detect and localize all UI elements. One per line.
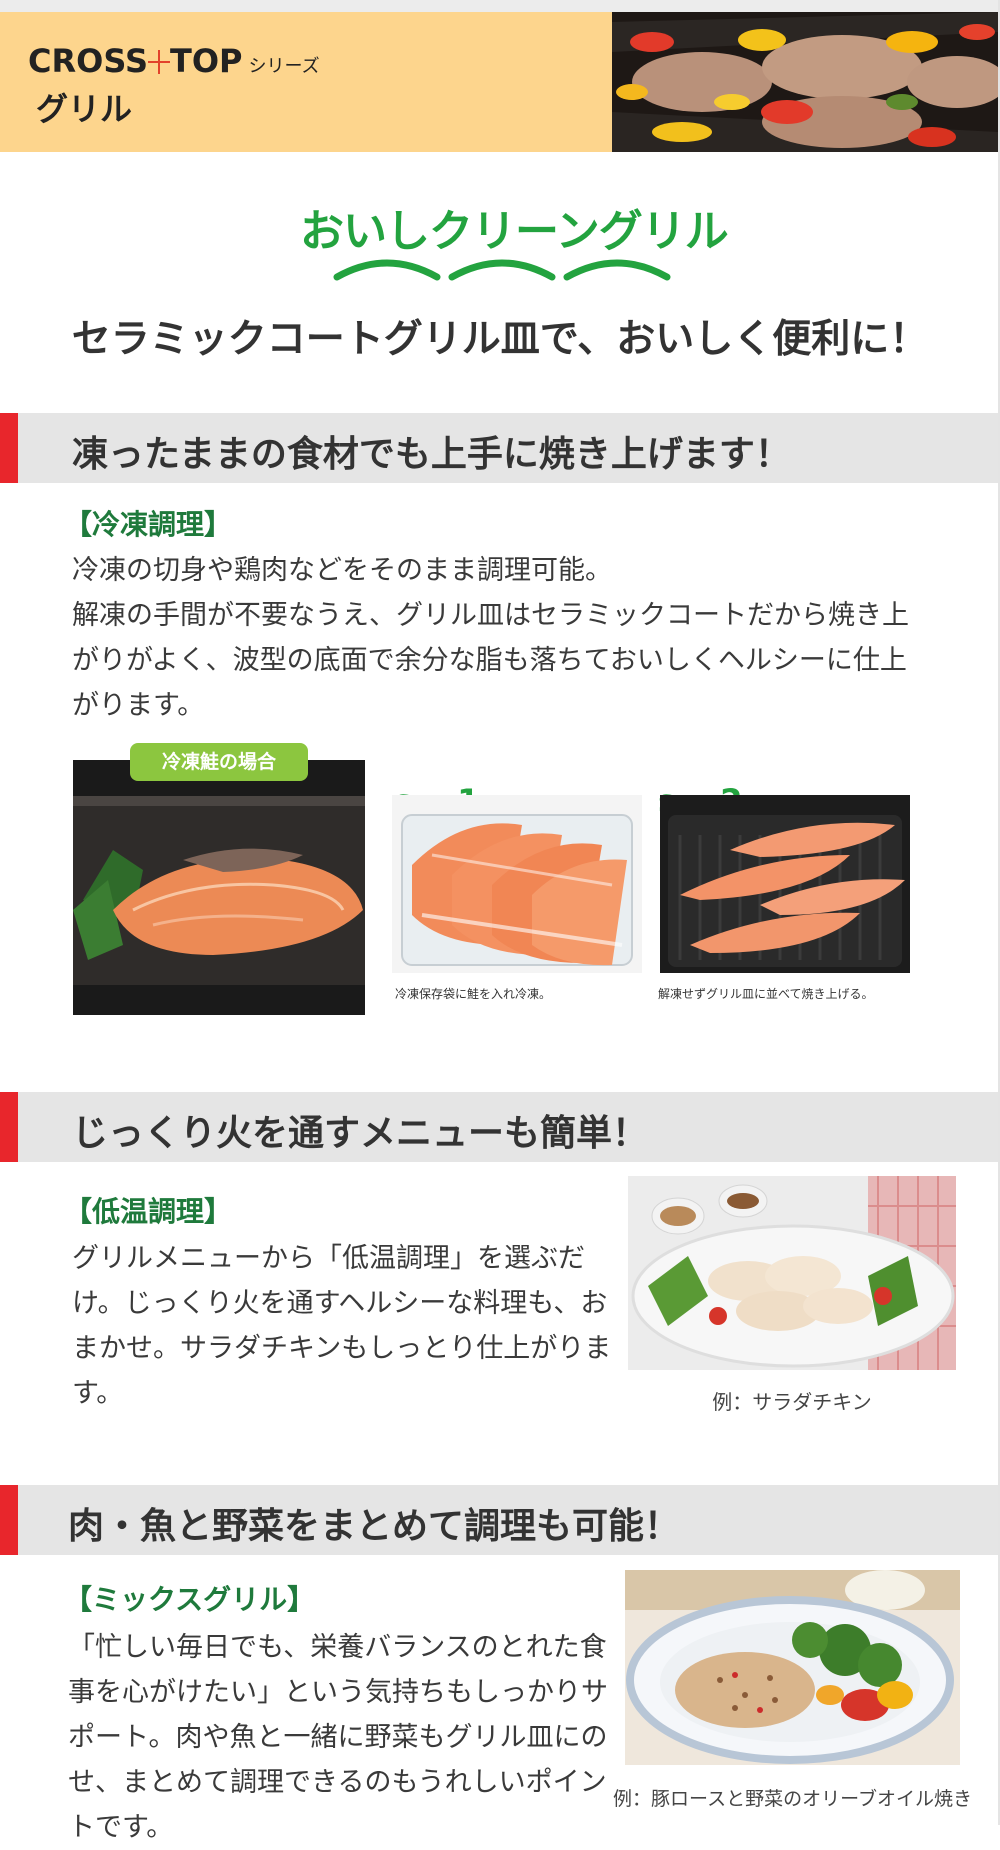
- section-heading-mixgrill: 肉・魚と野菜をまとめて調理も可能！: [0, 1485, 998, 1555]
- feature-label-mixgrill: 【ミックスグリル】: [64, 1583, 316, 1616]
- pork-vegetable-caption: 例：豚ロースと野菜のオリーブオイル焼き: [613, 1788, 972, 1810]
- brand-name-left: CROSS: [28, 42, 148, 80]
- salad-chicken-caption: 例：サラダチキン: [712, 1390, 872, 1414]
- brand-series: シリーズ: [248, 56, 320, 77]
- header: CROSS TOP シリーズ グリル: [0, 12, 1000, 152]
- step-2-caption: 解凍せずグリル皿に並べて焼き上げる。: [658, 987, 874, 1001]
- step-2-photo: [660, 795, 910, 973]
- logo-text: おいしクリーングリル: [300, 206, 729, 257]
- section-title: 肉・魚と野菜をまとめて調理も可能！: [68, 1506, 681, 1547]
- oishi-clean-grill-logo: おいしクリーングリル: [300, 195, 729, 285]
- brand-logo: CROSS TOP シリーズ: [28, 42, 320, 80]
- logo-arcs-icon: [333, 259, 671, 281]
- section-accent: [0, 1485, 18, 1555]
- salmon-plate-photo: [73, 760, 365, 1015]
- step-1-photo: [392, 795, 642, 973]
- salad-chicken-photo: [628, 1176, 956, 1370]
- section-accent: [0, 1092, 18, 1162]
- section-heading-lowtemp: じっくり火を通すメニューも簡単！: [0, 1092, 998, 1162]
- cross-mark-icon: [147, 50, 170, 74]
- step-1-caption: 冷凍保存袋に鮭を入れ冷凍。: [395, 987, 552, 1001]
- section-accent: [0, 413, 18, 483]
- feature-label-frozen: 【冷凍調理】: [64, 508, 233, 541]
- tagline: セラミックコートグリル皿で、おいしく便利に！: [71, 317, 929, 362]
- product-name: グリル: [36, 90, 133, 128]
- grill-photo: [612, 12, 998, 152]
- pork-vegetable-photo: [625, 1570, 960, 1765]
- frozen-salmon-label: 冷凍鮭の場合: [130, 743, 308, 781]
- section-title: じっくり火を通すメニューも簡単！: [72, 1113, 649, 1154]
- brand-name-right: TOP: [169, 42, 243, 80]
- section-heading-frozen: 凍ったままの食材でも上手に焼き上げます！: [0, 413, 998, 483]
- feature-label-lowtemp: 【低温調理】: [64, 1195, 233, 1228]
- body-text-lowtemp: グリルメニューから「低温調理」を選ぶだけ。じっくり火を通すヘルシーな料理も、おま…: [72, 1243, 612, 1409]
- section-title: 凍ったままの食材でも上手に焼き上げます！: [72, 434, 791, 475]
- top-rule: [0, 0, 1000, 12]
- body-text-mixgrill: 「忙しい毎日でも、栄養バランスのとれた食事を心がけたい」という気持ちもしっかりサ…: [68, 1632, 608, 1843]
- body-text-frozen: 冷凍の切身や鶏肉などをそのまま調理可能。 解凍の手間が不要なうえ、グリル皿はセラ…: [72, 555, 909, 721]
- header-band: CROSS TOP シリーズ グリル: [0, 12, 612, 152]
